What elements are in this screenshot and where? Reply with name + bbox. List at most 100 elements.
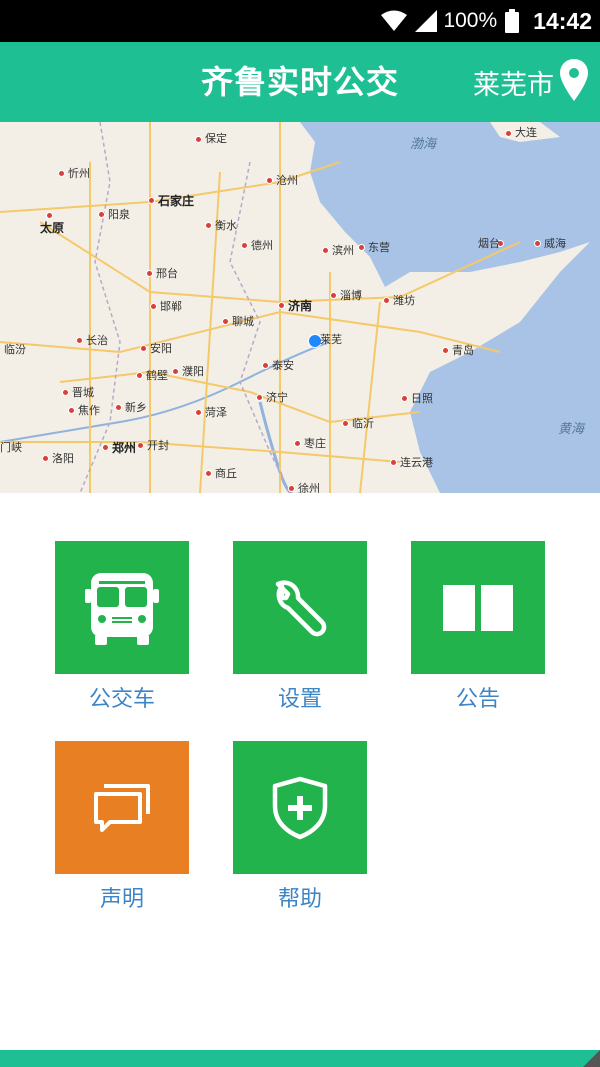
- city-label: 保定: [205, 132, 227, 145]
- city-dot: [205, 222, 212, 229]
- city-label: 临汾: [4, 343, 26, 356]
- city-label: 威海: [544, 237, 566, 250]
- clock: 14:42: [533, 7, 592, 34]
- city-dot: [262, 362, 269, 369]
- statement-label[interactable]: 声明: [42, 881, 202, 913]
- city-label: 临沂: [352, 417, 374, 430]
- city-label: 长治: [86, 334, 108, 347]
- bus-label[interactable]: 公交车: [42, 681, 202, 713]
- bus-icon: [85, 572, 159, 645]
- city-label: 济南: [288, 299, 313, 313]
- city-dot: [46, 212, 53, 219]
- city-dot: [150, 303, 157, 310]
- city-dot: [115, 404, 122, 411]
- city-label: 太原: [40, 221, 65, 235]
- city-dot: [76, 337, 83, 344]
- city-label: 石家庄: [158, 194, 195, 208]
- city-label: 潍坊: [393, 294, 415, 307]
- city-label: 淄博: [340, 289, 362, 302]
- city-label: 沧州: [276, 174, 298, 187]
- city-dot: [42, 455, 49, 462]
- city-label: 忻州: [68, 167, 90, 180]
- city-label: 聊城: [232, 315, 254, 328]
- city-dot: [442, 347, 449, 354]
- city-dot: [58, 170, 65, 177]
- wrench-icon: [275, 579, 327, 636]
- chat-icon: [94, 783, 150, 832]
- map-view[interactable]: 渤海 黄海 大连 保定 沧州 忻州 石家庄 太原 阳泉 衡水 德州 滨州 东营 …: [0, 122, 600, 493]
- city-dot: [68, 407, 75, 414]
- sea-label: 黄海: [558, 422, 585, 437]
- settings-tile[interactable]: [233, 541, 367, 674]
- city-dot: [98, 211, 105, 218]
- notice-tile[interactable]: [411, 541, 545, 674]
- city-dot: [137, 442, 144, 449]
- city-label: 烟台: [478, 237, 500, 250]
- city-label: 日照: [411, 392, 433, 405]
- location-pin-icon: [560, 59, 588, 105]
- statement-tile[interactable]: [55, 741, 189, 874]
- city-label: 徐州: [298, 482, 320, 494]
- city-label: 鹤壁: [146, 369, 168, 382]
- bus-tile[interactable]: [55, 541, 189, 674]
- city-dot: [278, 302, 285, 309]
- city-label: 莱芜: [320, 333, 342, 346]
- shield-plus-icon: [272, 776, 328, 839]
- notice-label[interactable]: 公告: [398, 681, 558, 713]
- wifi-icon: [381, 10, 408, 32]
- city-dot: [401, 395, 408, 402]
- city-dot: [195, 409, 202, 416]
- sea-label: 渤海: [410, 137, 437, 152]
- city-label: 青岛: [452, 344, 474, 357]
- city-dot: [256, 394, 263, 401]
- city-label: 大连: [515, 126, 537, 139]
- city-dot: [195, 136, 202, 143]
- city-dot: [534, 240, 541, 247]
- city-label: 衡水: [215, 219, 237, 232]
- city-label: 德州: [251, 239, 273, 252]
- city-dot: [390, 459, 397, 466]
- city-dot: [358, 244, 365, 251]
- app-header: 齐鲁实时公交 莱芜市: [0, 42, 600, 122]
- city-label: 阳泉: [108, 208, 130, 221]
- city-label: 开封: [147, 439, 169, 452]
- city-label: 连云港: [400, 456, 433, 469]
- city-label: 焦作: [78, 404, 100, 417]
- city-dot: [330, 292, 337, 299]
- city-label: 安阳: [150, 342, 172, 355]
- city-label: 门峡: [0, 441, 22, 454]
- help-tile[interactable]: [233, 741, 367, 874]
- city-dot: [205, 470, 212, 477]
- city-dot: [172, 368, 179, 375]
- city-selector[interactable]: 莱芜市: [473, 42, 588, 122]
- city-dot: [140, 345, 147, 352]
- battery-icon: [505, 9, 520, 33]
- city-label: 滨州: [332, 244, 354, 257]
- resize-corner: [583, 1050, 600, 1067]
- city-dot: [102, 444, 109, 451]
- settings-label[interactable]: 设置: [220, 681, 380, 713]
- city-label: 洛阳: [52, 452, 74, 465]
- city-label: 东营: [368, 241, 390, 254]
- city-label: 邯郸: [160, 300, 182, 313]
- city-label: 新乡: [125, 401, 147, 414]
- city-dot: [241, 242, 248, 249]
- city-dot: [148, 197, 155, 204]
- city-dot: [136, 372, 143, 379]
- city-name: 莱芜市: [473, 69, 554, 101]
- city-label: 枣庄: [304, 437, 326, 450]
- bottom-bar: [0, 1050, 600, 1067]
- city-label: 济宁: [266, 391, 288, 404]
- status-bar: 100% 14:42: [0, 0, 600, 42]
- city-dot: [383, 297, 390, 304]
- city-label: 泰安: [272, 359, 294, 372]
- help-label[interactable]: 帮助: [220, 881, 380, 913]
- city-label: 商丘: [215, 467, 237, 480]
- city-dot: [342, 420, 349, 427]
- city-dot: [294, 440, 301, 447]
- city-label: 晋城: [72, 386, 94, 399]
- city-label: 邢台: [156, 267, 178, 280]
- city-dot: [288, 485, 295, 492]
- city-dot: [146, 270, 153, 277]
- signal-icon: [415, 10, 438, 32]
